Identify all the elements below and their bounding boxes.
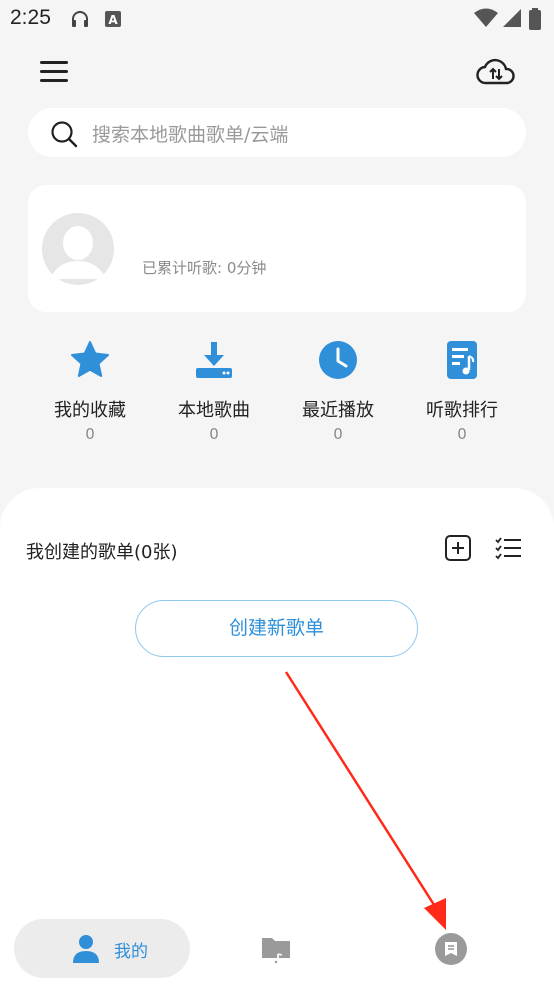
bottom-nav: 我的 [0,912,554,984]
clock-icon [318,340,358,380]
search-input[interactable]: 搜索本地歌曲歌单/云端 [28,108,526,157]
music-folder-icon[interactable] [260,932,292,970]
wifi-icon [474,8,498,32]
plus-square-icon[interactable] [444,534,472,562]
listen-time-text: 已累计听歌: 0分钟 [142,259,267,277]
default-avatar-icon[interactable] [42,213,114,285]
quick-item-label: 我的收藏 [54,400,126,421]
status-bar: 2:25 A [0,0,554,38]
quick-item-count: 0 [457,425,467,443]
search-placeholder: 搜索本地歌曲歌单/云端 [92,124,289,146]
quick-item-label: 本地歌曲 [178,400,250,421]
cloud-sync-icon[interactable] [476,56,518,90]
message-icon[interactable] [434,932,468,970]
headphones-icon [70,10,90,32]
text-a-icon: A [104,10,122,32]
top-bar [0,48,554,98]
quick-actions: 我的收藏 0 本地歌曲 0 最近播放 0 听歌排行 0 [28,338,526,448]
download-icon [194,340,234,380]
status-time: 2:25 [10,6,51,29]
quick-item-count: 0 [209,425,219,443]
hamburger-menu-icon[interactable] [38,58,74,88]
signal-icon [502,8,522,32]
nav-tab-label: 我的 [114,942,148,962]
star-icon [70,340,110,380]
quick-item-recent[interactable]: 最近播放 0 [276,338,400,448]
quick-item-label: 听歌排行 [426,400,498,421]
quick-item-favorites[interactable]: 我的收藏 0 [28,338,152,448]
battery-icon [528,8,542,34]
playlist-section-title: 我创建的歌单(0张) [26,542,178,563]
quick-item-ranking[interactable]: 听歌排行 0 [400,338,524,448]
search-icon [50,120,78,152]
quick-item-label: 最近播放 [302,400,374,421]
quick-item-count: 0 [333,425,343,443]
playlist-panel: 我创建的歌单(0张) 创建新歌单 [0,488,554,984]
quick-item-local-songs[interactable]: 本地歌曲 0 [152,338,276,448]
create-playlist-button[interactable]: 创建新歌单 [135,600,418,657]
nav-tab-mine[interactable]: 我的 [14,919,190,978]
music-list-icon [442,340,482,380]
checklist-icon[interactable] [494,534,522,562]
quick-item-count: 0 [85,425,95,443]
person-icon [72,934,100,968]
profile-card[interactable]: 已累计听歌: 0分钟 [28,185,526,312]
svg-text:A: A [108,13,118,27]
